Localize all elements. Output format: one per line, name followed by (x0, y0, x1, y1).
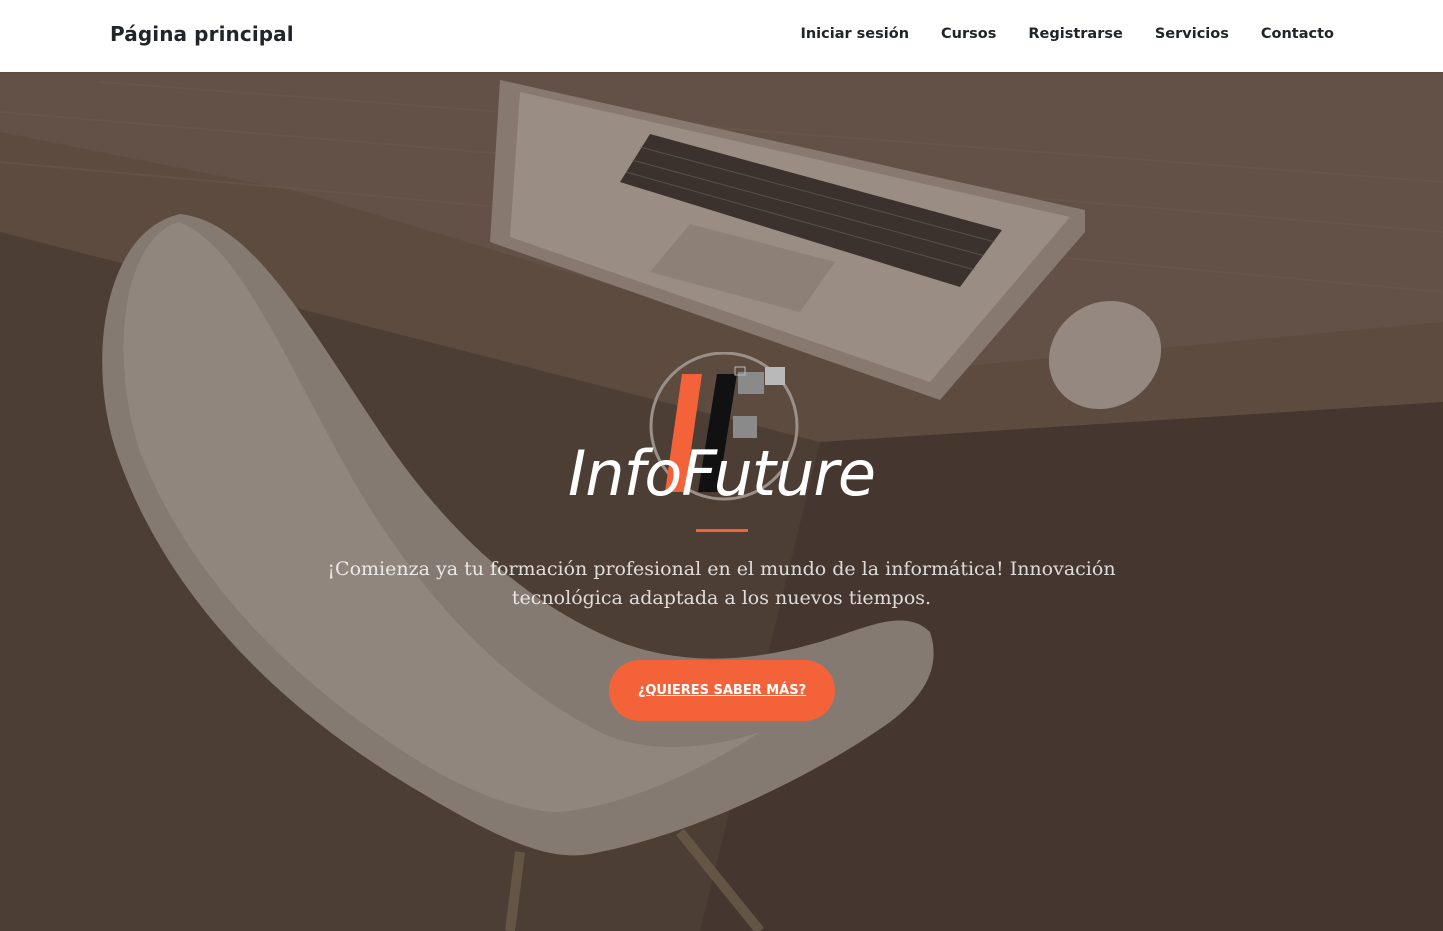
nav-link-register[interactable]: Registrarse (1028, 26, 1122, 42)
navbar: Página principal Iniciar sesión Cursos R… (0, 0, 1443, 72)
learn-more-button[interactable]: ¿Quieres saber más? (609, 660, 835, 721)
nav-item-login: Iniciar sesión (800, 25, 909, 43)
nav-link-login[interactable]: Iniciar sesión (800, 26, 909, 42)
hero-title: InfoFuture (567, 437, 876, 510)
nav-item-contact: Contacto (1261, 25, 1334, 43)
hero-subtitle: ¡Comienza ya tu formación profesional en… (327, 558, 1116, 609)
nav-link-contact[interactable]: Contacto (1261, 26, 1334, 42)
nav-item-courses: Cursos (941, 25, 996, 43)
nav-link-courses[interactable]: Cursos (941, 26, 996, 42)
brand-link[interactable]: Página principal (110, 22, 294, 46)
title-divider (696, 529, 748, 532)
hero-section: InfoFuture ¡Comienza ya tu formación pro… (0, 72, 1443, 931)
nav-item-register: Registrarse (1028, 25, 1122, 43)
nav-item-services: Servicios (1155, 25, 1229, 43)
nav-links: Iniciar sesión Cursos Registrarse Servic… (800, 25, 1334, 43)
nav-link-services[interactable]: Servicios (1155, 26, 1229, 42)
